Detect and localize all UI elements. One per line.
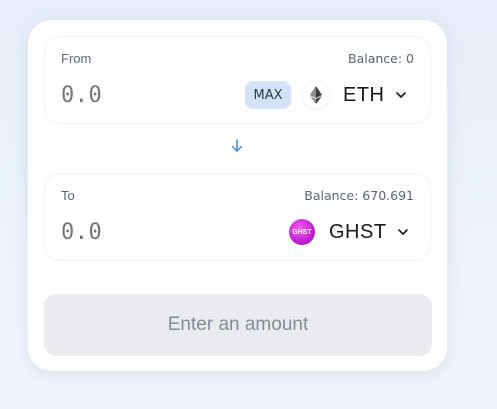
to-token-symbol: GHST (329, 220, 387, 243)
chevron-down-icon (397, 229, 408, 235)
to-label: To (61, 188, 75, 203)
to-panel: To Balance: 670.691 GHST GHST (44, 173, 431, 261)
arrow-down-icon[interactable] (229, 138, 245, 154)
ghst-logo-icon: GHST (289, 219, 315, 245)
from-balance: Balance: 0 (348, 51, 414, 66)
max-button[interactable]: MAX (245, 81, 291, 109)
from-token-symbol: ETH (343, 83, 385, 106)
to-token-selector[interactable]: GHST GHST (289, 216, 409, 248)
from-panel: From Balance: 0 MAX ETH (44, 36, 431, 124)
from-label: From (61, 51, 92, 66)
to-amount-input[interactable] (61, 220, 211, 245)
swap-card: From Balance: 0 MAX ETH To Balance: 670. (28, 20, 447, 371)
from-amount-input[interactable] (61, 83, 211, 108)
chevron-down-icon (395, 92, 406, 98)
enter-amount-button[interactable]: Enter an amount (44, 294, 432, 356)
eth-logo-icon (303, 82, 329, 108)
to-balance: Balance: 670.691 (304, 188, 414, 203)
from-token-selector[interactable]: ETH (303, 79, 407, 111)
